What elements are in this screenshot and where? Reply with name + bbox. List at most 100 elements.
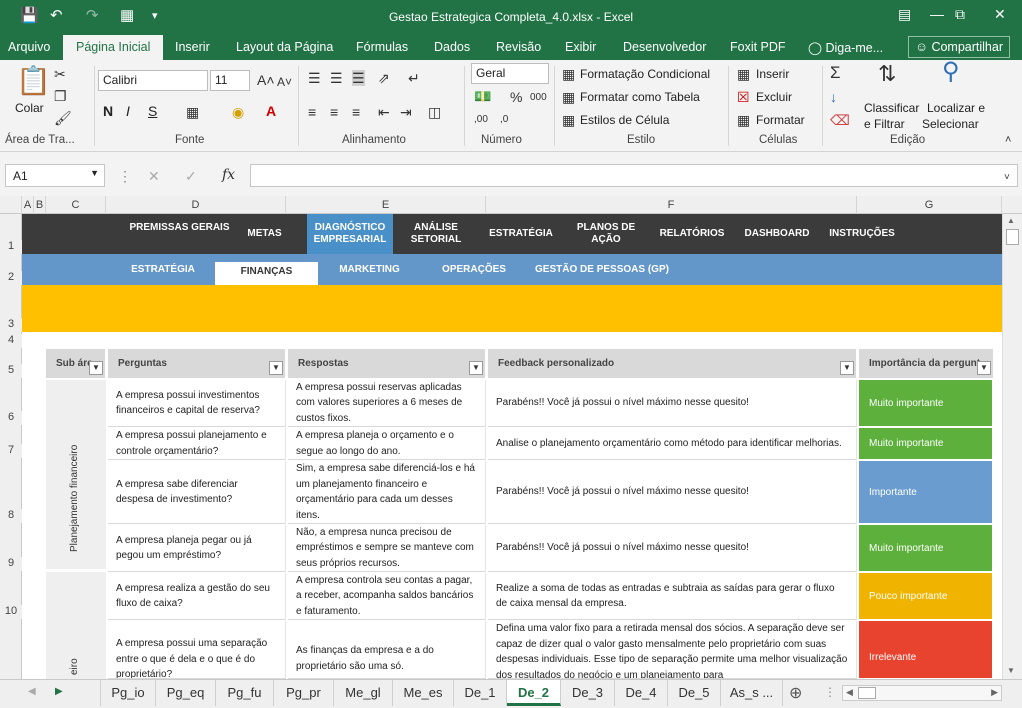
row-header-6[interactable]: 6 [0, 411, 22, 425]
sheet-tab[interactable]: De_4 [615, 680, 668, 706]
minimize-icon[interactable]: — [930, 6, 944, 22]
shrink-font-icon[interactable]: A˅ [277, 74, 292, 90]
sheet-tab[interactable]: As_s ... [721, 680, 783, 706]
select-all-corner[interactable] [0, 196, 22, 214]
conditional-format-button[interactable]: Formatação Condicional [580, 67, 710, 81]
sheet-tab[interactable]: Pg_pr [274, 680, 334, 706]
collapse-ribbon-icon[interactable]: ˄ [1005, 132, 1011, 148]
col-header-d[interactable]: D [106, 196, 286, 214]
group-cell-2[interactable]: eiro [46, 572, 106, 679]
table-cell-question[interactable]: A empresa sabe diferenciar despesa de in… [108, 461, 286, 524]
align-left-icon[interactable]: ≡ [308, 104, 316, 120]
sort-filter-icon[interactable]: ⇅ [878, 63, 896, 85]
insert-cells-icon[interactable]: ▦ [737, 66, 750, 82]
scroll-tabs-right-icon[interactable]: ▶ [55, 686, 63, 697]
col-header-g[interactable]: G [857, 196, 1002, 214]
tab-exibir[interactable]: Exibir [565, 40, 596, 54]
scroll-down-icon[interactable]: ▼ [1007, 666, 1015, 675]
scroll-left-icon[interactable]: ◀ [846, 687, 853, 698]
table-cell-feedback[interactable]: Realize a soma de todas as entradas e su… [488, 573, 857, 620]
restore-icon[interactable]: ⧉ [955, 6, 965, 23]
wrap-text-icon[interactable]: ↵ [408, 70, 420, 86]
format-painter-icon[interactable]: 🖌 [54, 110, 72, 126]
find-select-label-1[interactable]: Localizar e [927, 101, 985, 115]
importance-badge[interactable]: Pouco importante [859, 573, 992, 620]
sheet-tab[interactable]: Me_es [393, 680, 454, 706]
formula-input[interactable] [250, 164, 1018, 187]
format-cells-icon[interactable]: ▦ [737, 112, 750, 128]
sort-filter-label-2[interactable]: e Filtrar [864, 117, 905, 131]
table-cell-feedback[interactable]: Parabéns!! Você já possui o nível máximo… [488, 461, 857, 524]
cell-styles-button[interactable]: Estilos de Célula [580, 113, 669, 127]
tell-me[interactable]: ◯ Diga-me... [808, 40, 883, 55]
format-table-button[interactable]: Formatar como Tabela [580, 90, 700, 104]
table-cell-feedback[interactable]: Parabéns!! Você já possui o nível máximo… [488, 525, 857, 572]
sheet-tab[interactable]: Pg_eq [156, 680, 216, 706]
name-box[interactable]: A1 ▼ [5, 164, 105, 187]
nav-estrategia[interactable]: ESTRATÉGIA [482, 228, 560, 240]
bold-button[interactable]: N [103, 103, 113, 119]
table-cell-answer[interactable]: As finanças da empresa e a do proprietár… [288, 621, 486, 679]
borders-icon[interactable]: ▦ [186, 104, 199, 120]
tab-desenvolvedor[interactable]: Desenvolvedor [623, 40, 706, 54]
nav-instrucoes[interactable]: INSTRUÇÕES [822, 228, 902, 240]
delete-cells-icon[interactable]: ☒ [737, 89, 750, 105]
tab-pagina-inicial[interactable]: Página Inicial [63, 35, 164, 60]
tab-foxit[interactable]: Foxit PDF [730, 40, 786, 54]
sheet-tab[interactable]: Pg_fu [216, 680, 274, 706]
horizontal-scrollbar[interactable]: ◀ ▶ [842, 685, 1002, 701]
sheet-tab[interactable]: De_3 [561, 680, 615, 706]
row-header-8[interactable]: 8 [0, 509, 22, 523]
clear-icon[interactable]: ⌫ [830, 112, 850, 128]
table-cell-answer[interactable]: Sim, a empresa sabe diferenciá-los e há … [288, 461, 486, 524]
copy-icon[interactable]: ❐ [54, 88, 67, 104]
sheet-tab[interactable]: Pg_io [100, 680, 156, 706]
subnav-estrategia[interactable]: ESTRATÉGIA [117, 264, 209, 275]
tab-inserir[interactable]: Inserir [175, 40, 210, 54]
share-button[interactable]: ☺ Compartilhar [908, 36, 1010, 58]
find-select-label-2[interactable]: Selecionar [922, 117, 979, 131]
merge-cells-icon[interactable]: ◫ [428, 104, 441, 120]
font-size-select[interactable]: 11 [210, 70, 250, 91]
expand-formula-icon[interactable]: ˅ [1004, 170, 1010, 186]
decrease-decimal-icon[interactable]: ,0 [500, 112, 508, 128]
table-cell-answer[interactable]: A empresa planeja o orçamento e o segue … [288, 428, 486, 460]
col-header-e[interactable]: E [286, 196, 486, 214]
find-select-icon[interactable]: ⚲ [942, 60, 960, 84]
filter-dropdown-icon[interactable]: ▼ [89, 361, 103, 375]
filter-dropdown-icon[interactable]: ▼ [469, 361, 483, 375]
sheet-tab[interactable]: De_1 [454, 680, 507, 706]
scroll-thumb[interactable] [858, 687, 876, 699]
subnav-operacoes[interactable]: OPERAÇÕES [424, 264, 524, 275]
grow-font-icon[interactable]: A˄ [257, 72, 275, 88]
row-header-7[interactable]: 7 [0, 444, 22, 458]
subnav-marketing[interactable]: MARKETING [322, 264, 417, 275]
importance-badge[interactable]: Muito importante [859, 380, 992, 427]
align-middle-icon[interactable]: ☰ [330, 70, 343, 86]
row-header-9[interactable]: 9 [0, 557, 22, 571]
fill-icon[interactable]: ↓ [830, 89, 837, 105]
table-cell-question[interactable]: A empresa realiza a gestão do seu fluxo … [108, 573, 286, 620]
importance-badge[interactable]: Irrelevante [859, 621, 992, 679]
close-icon[interactable]: ✕ [994, 6, 1006, 23]
table-cell-question[interactable]: A empresa planeja pegar ou já pegou um e… [108, 525, 286, 572]
table-cell-feedback[interactable]: Parabéns!! Você já possui o nível máximo… [488, 380, 857, 427]
delete-cells-button[interactable]: Excluir [756, 90, 792, 104]
filter-dropdown-icon[interactable]: ▼ [977, 361, 991, 375]
format-table-icon[interactable]: ▦ [562, 89, 575, 105]
col-header-c[interactable]: C [46, 196, 106, 214]
nav-analise[interactable]: ANÁLISE SETORIAL [400, 222, 472, 246]
row-header-3[interactable]: 3 [0, 318, 22, 332]
subnav-gestao-pessoas[interactable]: GESTÃO DE PESSOAS (GP) [527, 264, 677, 275]
table-cell-question[interactable]: A empresa possui investimentos financeir… [108, 380, 286, 427]
row-header-1[interactable]: 1 [0, 240, 22, 254]
tab-revisao[interactable]: Revisão [496, 40, 541, 54]
cut-icon[interactable]: ✂ [54, 66, 66, 82]
underline-button[interactable]: S [148, 103, 157, 119]
tab-dados[interactable]: Dados [434, 40, 470, 54]
ribbon-display-icon[interactable]: ▤ [898, 6, 911, 23]
group-cell-planejamento[interactable]: Planejamento financeiro [46, 380, 106, 570]
table-cell-question[interactable]: A empresa possui uma separação entre o q… [108, 621, 286, 679]
nav-metas[interactable]: METAS [237, 228, 292, 240]
col-header-f[interactable]: F [486, 196, 857, 214]
